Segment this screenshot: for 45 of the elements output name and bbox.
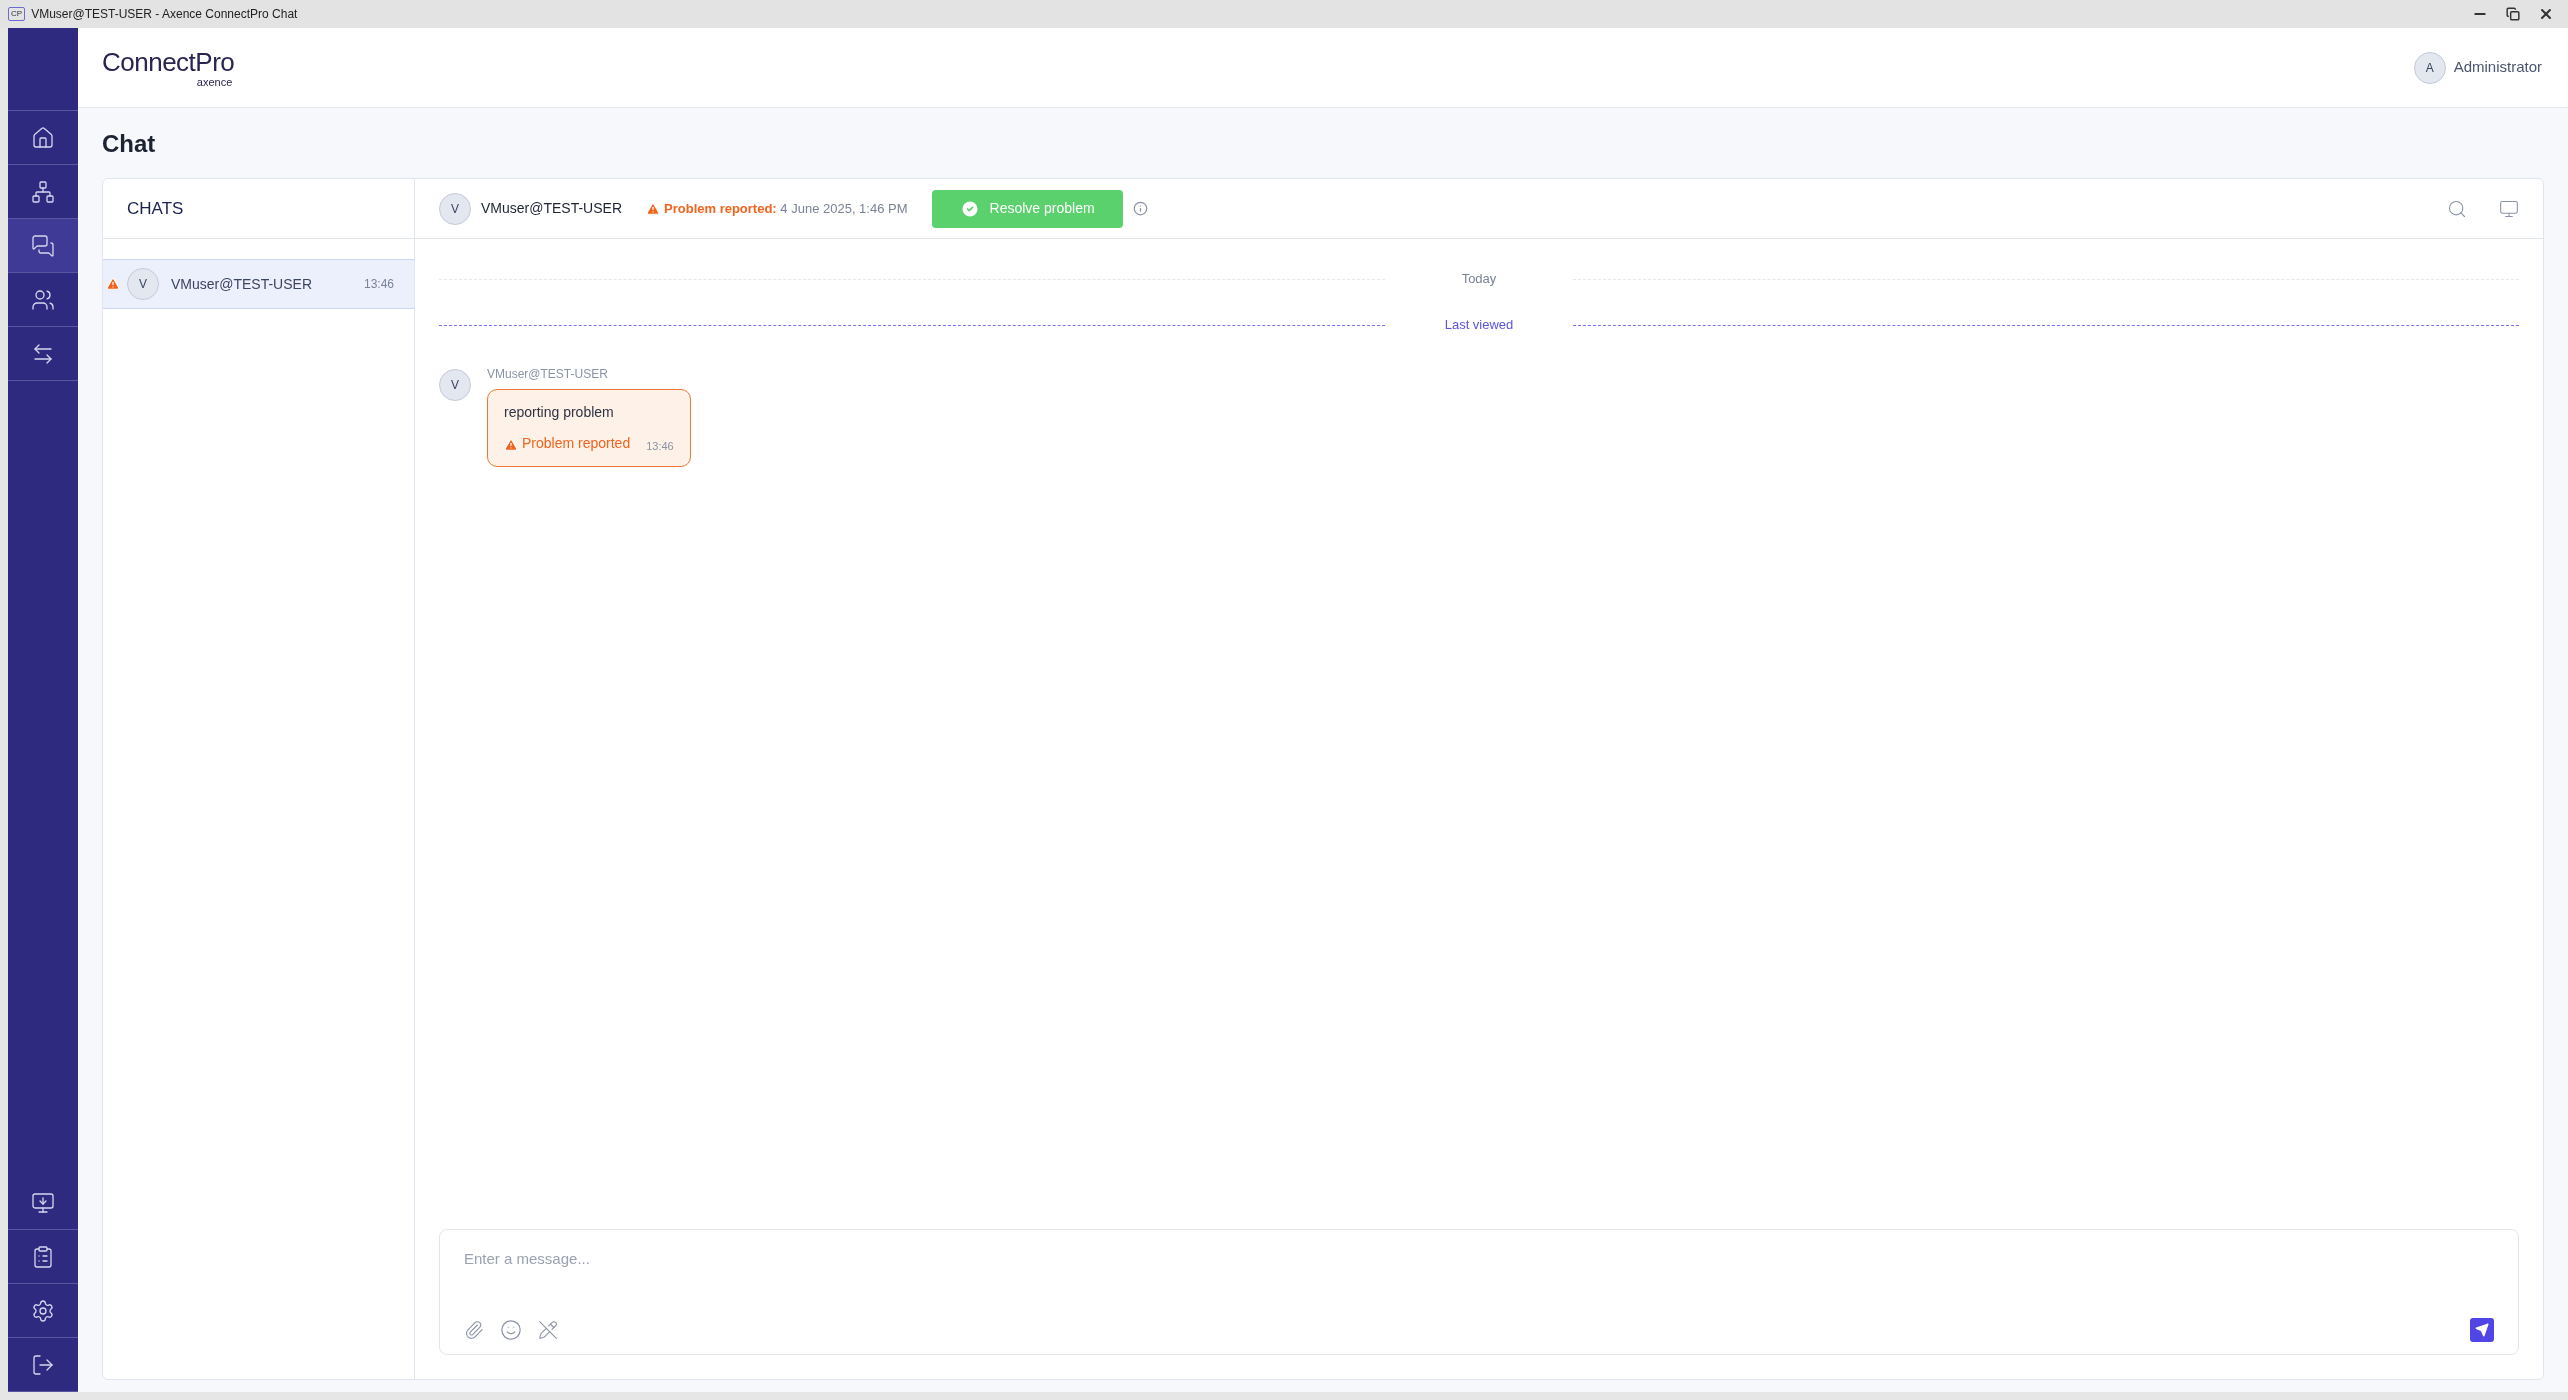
clipboard-icon	[31, 1244, 55, 1269]
avatar: V	[127, 268, 159, 300]
logo-name: ConnectPro	[102, 47, 235, 76]
chat-name: VMuser@TEST-USER	[171, 274, 313, 294]
send-button[interactable]	[2470, 1318, 2494, 1342]
settings-icon	[31, 1298, 55, 1323]
date-divider-label: Today	[1460, 270, 1498, 289]
message-text: reporting problem	[504, 403, 615, 422]
user-name[interactable]: Administrator	[2453, 56, 2542, 79]
monitor-icon[interactable]	[2499, 198, 2519, 219]
users-icon	[31, 287, 55, 312]
home-icon	[31, 125, 55, 150]
pencil-off-icon[interactable]	[538, 1320, 558, 1340]
chat-time: 13:46	[363, 276, 394, 293]
window-title: VMuser@TEST-USER - Axence ConnectPro Chat	[31, 6, 298, 23]
sidebar-nav-button[interactable]	[8, 219, 78, 273]
app-icon: CP	[8, 7, 26, 21]
warning-icon	[646, 201, 660, 216]
paperclip-icon[interactable]	[464, 1320, 484, 1340]
devices-icon	[31, 179, 55, 204]
message-sender: VMuser@TEST-USER	[487, 366, 609, 383]
check-circle-icon	[959, 198, 980, 219]
logout-icon	[31, 1352, 55, 1377]
warning-icon	[504, 438, 518, 452]
avatar: A	[2413, 51, 2446, 84]
restore-icon[interactable]	[2506, 7, 2520, 21]
search-icon[interactable]	[2447, 198, 2467, 219]
logo-sub: axence	[196, 75, 233, 88]
chats-heading: CHATS	[127, 197, 184, 220]
conversation-name: VMuser@TEST-USER	[481, 199, 622, 218]
avatar: V	[439, 369, 471, 401]
avatar: V	[439, 192, 471, 225]
info-icon[interactable]	[1132, 201, 1148, 216]
problem-reported-label: Problem reported	[522, 434, 631, 453]
close-icon[interactable]	[2538, 6, 2554, 22]
last-viewed-label: Last viewed	[1443, 316, 1515, 335]
problem-status: Problem reported: 4 June 2025, 1:46 PM	[664, 199, 908, 218]
smiley-icon[interactable]	[500, 1319, 522, 1341]
message-time: 13:46	[646, 438, 674, 454]
chat-icon	[31, 233, 55, 258]
warning-icon	[106, 277, 120, 291]
chat-list-item[interactable]: V VMuser@TEST-USER 13:46	[103, 259, 414, 309]
send-icon	[2475, 1323, 2489, 1337]
page-title: Chat	[101, 129, 157, 159]
message-input[interactable]: Enter a message...	[464, 1248, 2494, 1271]
